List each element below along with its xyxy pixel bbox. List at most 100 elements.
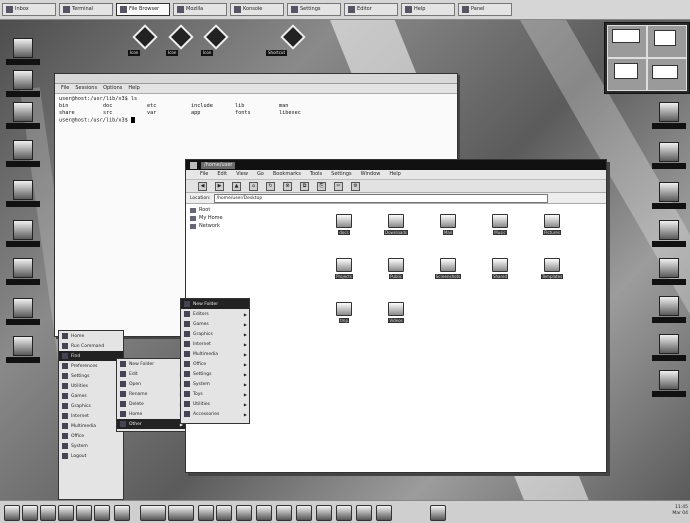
submenu-item[interactable]: Delete▶ xyxy=(117,399,185,409)
pager-desktop[interactable] xyxy=(647,58,687,91)
up-icon[interactable]: ▲ xyxy=(232,181,241,191)
cut-icon[interactable]: ✂ xyxy=(334,181,343,191)
menu-sessions[interactable]: Sessions xyxy=(75,84,97,93)
start-menu-item[interactable]: Preferences xyxy=(59,361,123,371)
start-menu-item[interactable]: Office xyxy=(59,431,123,441)
folder-item[interactable]: docs xyxy=(322,214,366,236)
submenu-item[interactable]: New Folder xyxy=(117,359,185,369)
submenu-item[interactable]: Graphics ▶ xyxy=(181,329,249,339)
menu-view[interactable]: View xyxy=(236,170,248,179)
desktop-icon[interactable] xyxy=(6,38,40,65)
task-button[interactable]: Mozilla xyxy=(173,3,227,16)
desktop-icon[interactable] xyxy=(652,296,686,323)
location-input[interactable]: /home/user/Desktop xyxy=(213,193,548,203)
settings-icon[interactable] xyxy=(216,505,232,521)
folder-item[interactable]: Mail xyxy=(426,214,470,236)
globe-icon[interactable] xyxy=(356,505,372,521)
start-menu-item[interactable]: Home xyxy=(59,331,123,341)
desktop-icon[interactable] xyxy=(6,298,40,325)
settings-icon[interactable]: ⚙ xyxy=(351,181,360,191)
task-button[interactable]: Panel xyxy=(458,3,512,16)
folder-item[interactable]: Templates xyxy=(530,258,574,280)
task-button[interactable]: Inbox xyxy=(2,3,56,16)
desktop-icon[interactable] xyxy=(6,258,40,285)
stop-icon[interactable]: ⊗ xyxy=(283,181,292,191)
desktop-icon[interactable] xyxy=(652,142,686,169)
desktop-icon[interactable] xyxy=(652,334,686,361)
menu-settings[interactable]: Settings xyxy=(331,170,352,179)
menu-file[interactable]: File xyxy=(200,170,208,179)
desktop-icon[interactable] xyxy=(652,182,686,209)
folder-item[interactable]: Projects xyxy=(322,258,366,280)
pager-desktop[interactable] xyxy=(607,25,647,58)
start-menu-item[interactable]: Internet xyxy=(59,411,123,421)
menu-help[interactable]: Help xyxy=(389,170,400,179)
desktop-icon[interactable] xyxy=(652,102,686,129)
start-menu-item[interactable]: Logout xyxy=(59,451,123,461)
pager-desktop[interactable] xyxy=(647,25,687,58)
pager-desktop[interactable] xyxy=(607,58,647,91)
submenu-item[interactable]: Other ▶ xyxy=(117,419,185,429)
volume-icon[interactable] xyxy=(296,505,312,521)
copy-icon[interactable]: ⧉ xyxy=(300,181,309,191)
folder-item[interactable]: Videos xyxy=(374,302,418,324)
submenu-item[interactable]: Edit▶ xyxy=(117,369,185,379)
folder-item[interactable]: Pictures xyxy=(530,214,574,236)
file-manager-titlebar[interactable]: /home/user xyxy=(186,160,606,170)
clock[interactable]: 11:45 Mar 04 xyxy=(672,505,688,517)
submenu-item[interactable]: Accessories ▶ xyxy=(181,409,249,419)
task-button[interactable]: File Browser xyxy=(116,3,170,16)
browser-icon[interactable] xyxy=(58,505,74,521)
folder-item[interactable]: tmp xyxy=(322,302,366,324)
home-icon[interactable] xyxy=(22,505,38,521)
submenu-item[interactable]: Settings ▶ xyxy=(181,369,249,379)
menu-file[interactable]: File xyxy=(61,84,69,93)
task-button[interactable]: Konsole xyxy=(230,3,284,16)
submenu-item[interactable]: System ▶ xyxy=(181,379,249,389)
trash-icon[interactable] xyxy=(276,505,292,521)
start-menu-item[interactable]: Find xyxy=(59,351,123,361)
submenu-item[interactable]: Office ▶ xyxy=(181,359,249,369)
submenu-item[interactable]: Games ▶ xyxy=(181,319,249,329)
submenu-item[interactable]: Internet ▶ xyxy=(181,339,249,349)
tree-item[interactable]: Network xyxy=(190,222,310,230)
desktop-icon[interactable] xyxy=(652,220,686,247)
window-icon[interactable] xyxy=(198,505,214,521)
submenu-item[interactable]: New Folder xyxy=(181,299,249,309)
start-menu-item[interactable]: Utilities xyxy=(59,381,123,391)
start-menu-item[interactable]: Multimedia xyxy=(59,421,123,431)
menu-go[interactable]: Go xyxy=(257,170,264,179)
desktop-icon[interactable] xyxy=(652,258,686,285)
folder-item[interactable]: Public xyxy=(374,258,418,280)
desktop-icon[interactable] xyxy=(140,505,166,521)
editor-icon[interactable] xyxy=(94,505,110,521)
folder-item[interactable]: Shared xyxy=(478,258,522,280)
forward-icon[interactable]: ▶ xyxy=(215,181,224,191)
submenu-item[interactable]: Home▶ xyxy=(117,409,185,419)
task-button[interactable]: Editor xyxy=(344,3,398,16)
desktop-icon[interactable] xyxy=(6,220,40,247)
terminal-output[interactable]: user@host:/usr/lib/x3$ ls bin doc etc inclu… xyxy=(55,94,457,127)
desktop-icon[interactable] xyxy=(6,102,40,129)
help-icon[interactable] xyxy=(114,505,130,521)
search-icon[interactable] xyxy=(236,505,252,521)
task-button[interactable]: Terminal xyxy=(59,3,113,16)
terminal-titlebar[interactable] xyxy=(55,74,457,84)
home-icon[interactable]: ⌂ xyxy=(249,181,258,191)
desktop-icon[interactable] xyxy=(6,140,40,167)
paste-icon[interactable]: ⎘ xyxy=(317,181,326,191)
task-button[interactable]: Help xyxy=(401,3,455,16)
mail-icon[interactable] xyxy=(376,505,392,521)
folder-item[interactable]: Downloads xyxy=(374,214,418,236)
submenu-item[interactable]: Editors ▶ xyxy=(181,309,249,319)
start-menu-item[interactable]: Run Command xyxy=(59,341,123,351)
start-menu-item[interactable]: Graphics xyxy=(59,401,123,411)
pager-icon[interactable] xyxy=(168,505,194,521)
menu-help[interactable]: Help xyxy=(128,84,139,93)
power-icon[interactable] xyxy=(430,505,446,521)
desktop-icon[interactable] xyxy=(6,70,40,97)
submenu-item[interactable]: Open▶ xyxy=(117,379,185,389)
clipboard-icon[interactable] xyxy=(336,505,352,521)
desktop-icon[interactable] xyxy=(652,370,686,397)
folder-item[interactable]: Music xyxy=(478,214,522,236)
